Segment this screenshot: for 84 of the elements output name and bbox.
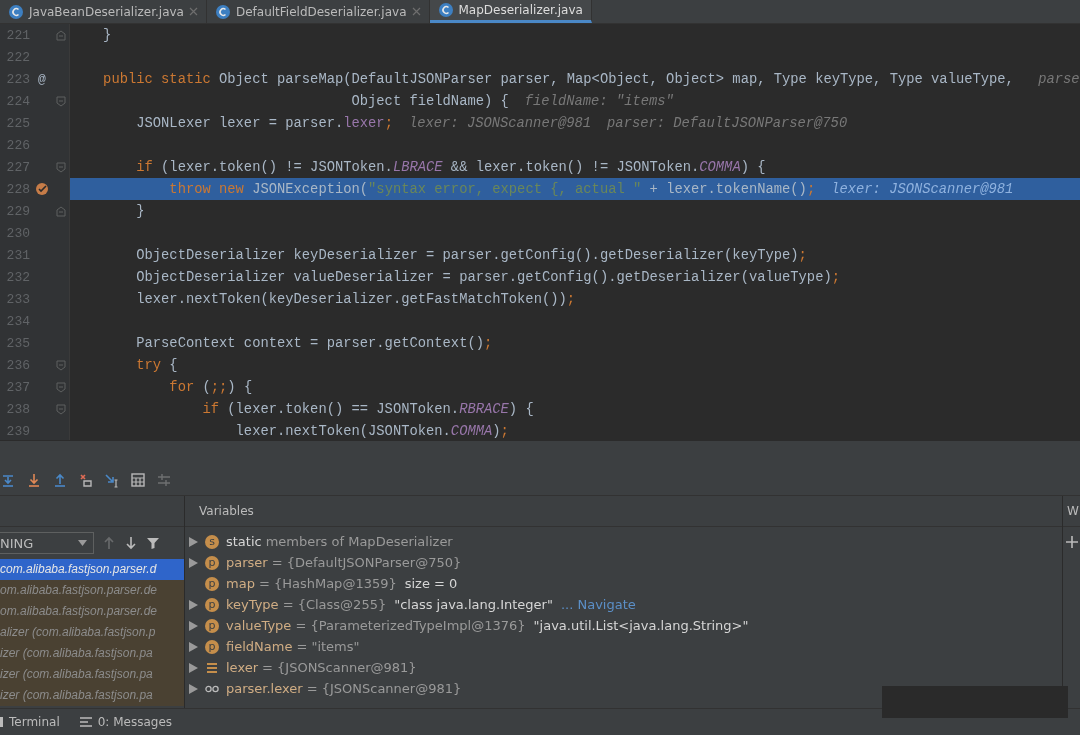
code-line: try { (135, 357, 178, 373)
panel-title: Variables (198, 504, 254, 518)
variable-row[interactable]: lexer = {JSONScanner@981} (185, 657, 417, 678)
tool-window-button[interactable]: Terminal (0, 715, 60, 729)
code-line: if (lexer.token() == JSONToken.RBRACE) { (201, 401, 534, 417)
inline-value-hint: parse (1038, 71, 1080, 87)
code-line: Object fieldName) { (350, 93, 509, 109)
fold-marker-icon[interactable] (56, 403, 66, 415)
drop-frame-icon[interactable] (78, 472, 94, 488)
run-to-cursor-icon[interactable] (104, 472, 120, 488)
fold-marker-icon[interactable] (56, 95, 66, 107)
code-line: public static Object parseMap(DefaultJSONParser parser, Map<Object, Object> map, Type keyType, Type valueType, (102, 71, 1015, 87)
panel-title: W (1066, 504, 1079, 518)
thread-dropdown[interactable]: NING (0, 532, 94, 554)
code-line: ObjectDeserializer valueDeserializer = parser.getConfig().getDeserializer(valueType); (135, 269, 840, 285)
variable-type-icon: s (205, 534, 219, 549)
fold-marker-icon[interactable] (56, 205, 66, 217)
step-into-icon[interactable] (26, 472, 42, 488)
step-over-icon[interactable] (0, 472, 16, 488)
java-class-icon (437, 2, 454, 18)
code-line: } (135, 203, 145, 219)
variable-row[interactable]: p fieldName = "items" (185, 636, 360, 657)
override-marker: @ (38, 71, 46, 87)
code-line: for (;;) { (168, 379, 253, 395)
expand-icon[interactable] (189, 683, 198, 694)
stack-frame[interactable]: alizer (com.alibaba.fastjson.p (0, 622, 184, 643)
inline-value-hint: lexer: JSONScanner@981 (408, 115, 592, 131)
code-line: } (102, 27, 112, 43)
messages-icon (79, 716, 92, 728)
stack-frame[interactable]: om.alibaba.fastjson.parser.de (0, 580, 184, 601)
variable-row[interactable]: p keyType = {Class@255} "class java.lang.Integer" ... Navigate (185, 594, 636, 615)
close-icon[interactable] (411, 7, 421, 16)
step-out-icon[interactable] (52, 472, 68, 488)
expand-icon[interactable] (189, 662, 198, 673)
field-list-icon (205, 660, 219, 675)
stack-frame[interactable]: izer (com.alibaba.fastjson.pa (0, 685, 184, 706)
breakpoint-icon[interactable] (35, 182, 49, 196)
filter-icon[interactable] (146, 536, 160, 550)
close-icon[interactable] (188, 7, 198, 16)
editor-tab[interactable]: DefaultFieldDeserializer.java (206, 0, 430, 23)
variable-row[interactable]: p parser = {DefaultJSONParser@750} (185, 552, 462, 573)
inline-value-hint: parser: DefaultJSONParser@750 (607, 115, 848, 131)
variable-type-icon: p (205, 639, 219, 654)
variable-row[interactable]: s static members of MapDeserializer (185, 531, 453, 552)
evaluate-icon[interactable] (130, 472, 146, 488)
expand-icon[interactable] (189, 599, 198, 610)
code-line: throw new JSONException("syntax error, expect {, actual " + lexer.tokenName(); (168, 181, 816, 197)
variable-type-icon: p (205, 576, 219, 591)
down-arrow-icon[interactable] (124, 536, 138, 550)
add-icon[interactable] (1065, 535, 1079, 549)
editor-tab[interactable]: JavaBeanDeserializer.java (0, 0, 207, 23)
code-line: ObjectDeserializer keyDeserializer = parser.getConfig().getDeserializer(keyType); (135, 247, 807, 263)
editor-tab[interactable]: MapDeserializer.java (429, 0, 592, 23)
java-class-icon (214, 3, 231, 20)
expand-icon[interactable] (189, 557, 198, 568)
expand-icon[interactable] (189, 620, 198, 631)
stack-frame[interactable]: om.alibaba.fastjson.parser.de (0, 601, 184, 622)
variable-type-icon: p (205, 555, 219, 570)
expand-icon[interactable] (189, 641, 198, 652)
stack-frame[interactable]: com.alibaba.fastjson.parser.d (0, 559, 184, 580)
fold-marker-icon[interactable] (56, 161, 66, 173)
java-class-icon (8, 3, 24, 20)
variable-type-icon: p (205, 597, 219, 612)
code-line: lexer.nextToken(keyDeserializer.getFastMatchToken()); (135, 291, 576, 307)
caret-icon (78, 540, 87, 546)
code-line: if (lexer.token() != JSONToken.LBRACE && lexer.token() != JSONToken.COMMA) { (135, 159, 766, 175)
code-line: JSONLexer lexer = parser.lexer; (135, 115, 393, 131)
inline-value-hint: fieldName: "items" (524, 93, 674, 109)
expand-icon[interactable] (189, 536, 198, 547)
variable-row[interactable]: p map = {HashMap@1359} size = 0 (185, 573, 458, 594)
tool-window-button[interactable]: 0: Messages (79, 715, 173, 729)
variable-type-icon: p (205, 618, 219, 633)
variable-row[interactable]: parser.lexer = {JSONScanner@981} (185, 678, 462, 699)
stack-frame[interactable]: izer (com.alibaba.fastjson.pa (0, 643, 184, 664)
inline-value-hint: lexer: JSONScanner@981 (831, 181, 1014, 197)
fold-marker-icon[interactable] (56, 381, 66, 393)
code-line: lexer.nextToken(JSONToken.COMMA); (234, 423, 509, 439)
fold-marker-icon[interactable] (56, 359, 66, 371)
variable-row[interactable]: p valueType = {ParameterizedTypeImpl@1376} "java.util.List<java.lang.String>" (185, 615, 749, 636)
stack-frame[interactable]: izer (com.alibaba.fastjson.pa (0, 664, 184, 685)
navigate-link[interactable]: ... Navigate (560, 597, 636, 612)
fold-marker-icon[interactable] (56, 29, 66, 41)
code-line: ParseContext context = parser.getContext(); (135, 335, 493, 351)
terminal-icon (0, 717, 3, 727)
